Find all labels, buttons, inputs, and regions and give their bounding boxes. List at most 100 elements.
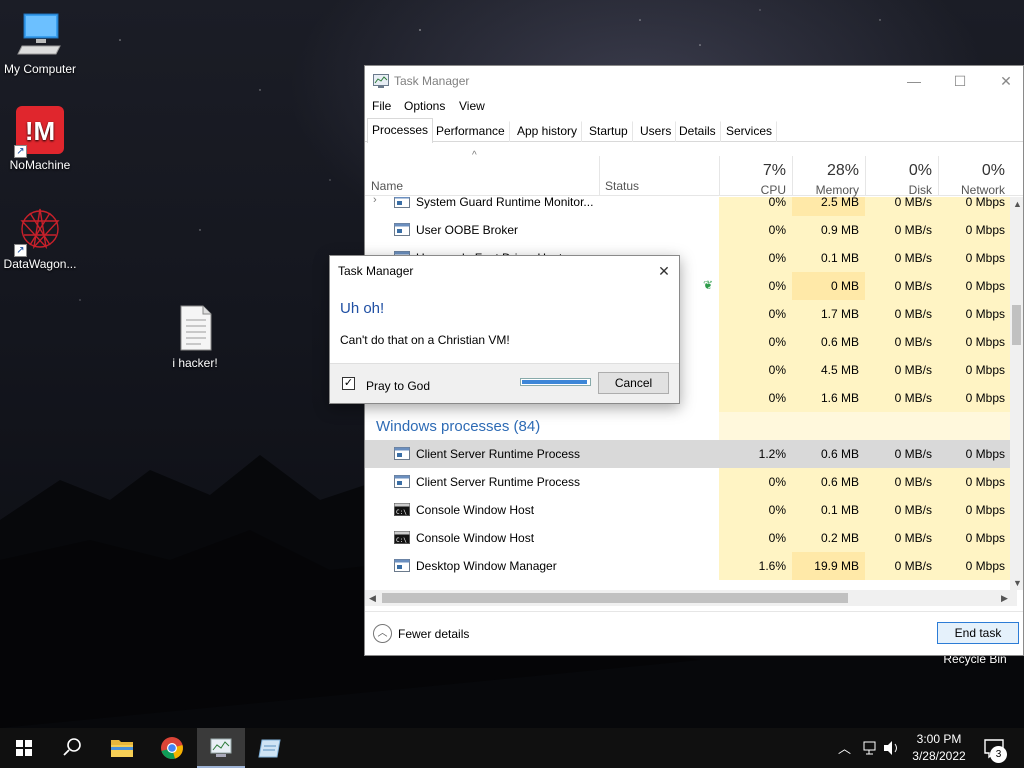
table-row[interactable]: C:\ Console Window Host 0% 0.1 MB 0 MB/s 0 Mb…	[365, 496, 1017, 524]
title-bar[interactable]: Task Manager — ☐ ✕	[365, 66, 1023, 96]
desktop-icon-datawagon[interactable]: ↗ DataWagon...	[0, 205, 80, 271]
tab-processes[interactable]: Processes	[367, 118, 434, 143]
process-disk-cell: 0 MB/s	[865, 468, 938, 496]
expand-chevron-icon[interactable]: ›	[373, 197, 377, 206]
dialog-close-icon[interactable]: ✕	[649, 256, 679, 286]
memory-label: Memory	[815, 183, 859, 197]
tab-services[interactable]: Services	[721, 121, 778, 142]
process-name: User OOBE Broker	[416, 223, 519, 237]
network-label: Network	[960, 183, 1005, 197]
table-row[interactable]: C:\ Console Window Host 0% 0.2 MB 0 MB/s 0 Mb…	[365, 524, 1017, 552]
process-disk-cell: 0 MB/s	[865, 356, 938, 384]
start-button[interactable]	[0, 728, 48, 768]
process-cpu-cell: 0%	[719, 328, 792, 356]
process-icon	[394, 197, 410, 208]
volume-icon[interactable]	[882, 728, 902, 768]
process-net-cell: 0 Mbps	[938, 300, 1011, 328]
desktop-icon-label: My Computer	[3, 62, 77, 76]
table-row[interactable]: › System Guard Runtime Monitor... 0% 2.5 MB…	[365, 197, 1017, 216]
show-hidden-icons-chevron-icon[interactable]: ︿	[838, 738, 851, 768]
process-cpu-cell: 0%	[719, 468, 792, 496]
desktop-icon-nomachine[interactable]: !M ↗ NoMachine	[0, 106, 80, 172]
windows-logo-icon	[16, 740, 32, 756]
task-manager-icon	[210, 738, 232, 757]
computer-icon	[16, 10, 64, 58]
end-task-button[interactable]: End task	[937, 622, 1019, 644]
maximize-button[interactable]: ☐	[937, 66, 983, 96]
task-manager-icon	[373, 74, 389, 88]
horizontal-scrollbar[interactable]: ◀ ▶	[365, 590, 1017, 606]
column-header-name[interactable]: Name	[365, 156, 599, 196]
clock[interactable]: 3:00 PM 3/28/2022	[905, 731, 973, 765]
search-button[interactable]	[48, 728, 96, 768]
desktop-icon-label: i hacker!	[172, 356, 218, 370]
process-mem-cell: 4.5 MB	[792, 356, 865, 384]
column-header-disk[interactable]: 0% Disk	[865, 156, 938, 197]
process-icon	[394, 559, 410, 572]
progress-bar	[520, 378, 591, 386]
vertical-scrollbar[interactable]: ▲ ▼	[1010, 197, 1023, 590]
table-row[interactable]: Client Server Runtime Process 0% 0.6 MB 0 M…	[365, 468, 1017, 496]
taskbar: ︿ 3:00 PM 3/28/2022 3	[0, 728, 1024, 768]
menu-options[interactable]: Options	[404, 99, 445, 113]
process-disk-cell: 0 MB/s	[865, 524, 938, 552]
minimize-button[interactable]: —	[891, 66, 937, 96]
section-heat-cell	[938, 412, 1011, 440]
tab-details[interactable]: Details	[674, 121, 721, 142]
fewer-details-label: Fewer details	[398, 627, 470, 641]
window-title: Task Manager	[394, 74, 470, 88]
desktop-icon-my-computer[interactable]: My Computer	[0, 10, 80, 76]
process-disk-cell: 0 MB/s	[865, 244, 938, 272]
process-cpu-cell: 0%	[719, 496, 792, 524]
dialog-footer: ✓ Pray to God Cancel	[330, 363, 679, 403]
scroll-up-icon[interactable]: ▲	[1013, 199, 1022, 209]
process-mem-cell: 0.1 MB	[792, 244, 865, 272]
process-mem-cell: 19.9 MB	[792, 552, 865, 580]
process-mem-cell: 1.7 MB	[792, 300, 865, 328]
column-header-network[interactable]: 0% Network	[938, 156, 1011, 197]
process-mem-cell: 0.2 MB	[792, 524, 865, 552]
process-disk-cell: 0 MB/s	[865, 496, 938, 524]
disk-total: 0%	[908, 162, 932, 179]
taskbar-chrome[interactable]	[148, 728, 196, 768]
chrome-icon	[161, 737, 183, 759]
table-row[interactable]: Desktop Window Manager 1.6% 19.9 MB 0 MB/s 0…	[365, 552, 1017, 580]
process-net-cell: 0 Mbps	[938, 356, 1011, 384]
scrollbar-thumb[interactable]	[1012, 305, 1021, 345]
process-name: Client Server Runtime Process	[416, 475, 581, 489]
menu-file[interactable]: File	[372, 99, 391, 113]
process-mem-cell: 2.5 MB	[792, 197, 865, 216]
taskbar-file-explorer[interactable]	[98, 728, 146, 768]
process-net-cell: 0 Mbps	[938, 328, 1011, 356]
pray-checkbox[interactable]: ✓	[342, 377, 355, 390]
dialog-heading: Uh oh!	[340, 300, 385, 317]
process-icon	[394, 447, 410, 460]
progress-fill	[522, 380, 587, 384]
tab-users[interactable]: Users	[635, 121, 677, 142]
table-row[interactable]: User OOBE Broker 0% 0.9 MB 0 MB/s 0 Mbps	[365, 216, 1017, 244]
column-header-status[interactable]: Status	[599, 156, 719, 196]
process-cpu-cell: 1.6%	[719, 552, 792, 580]
network-icon[interactable]	[862, 728, 880, 768]
scroll-down-icon[interactable]: ▼	[1013, 578, 1022, 588]
close-button[interactable]: ✕	[983, 66, 1024, 96]
pray-checkbox-label[interactable]: Pray to God	[366, 379, 430, 393]
process-mem-cell: 1.6 MB	[792, 384, 865, 412]
tab-startup[interactable]: Startup	[584, 121, 633, 142]
table-row[interactable]: Client Server Runtime Process 1.2% 0.6 MB 0…	[365, 440, 1017, 468]
taskbar-notepad[interactable]	[246, 728, 294, 768]
taskbar-task-manager[interactable]	[197, 728, 245, 768]
column-header-cpu[interactable]: 7% CPU	[719, 156, 792, 197]
menu-view[interactable]: View	[459, 99, 485, 113]
scroll-right-icon[interactable]: ▶	[1001, 593, 1008, 604]
tab-app-history[interactable]: App history	[512, 121, 583, 142]
section-heat-cell	[792, 412, 865, 440]
tab-performance[interactable]: Performance	[431, 121, 510, 142]
column-header-memory[interactable]: 28% Memory	[792, 156, 865, 197]
scroll-left-icon[interactable]: ◀	[369, 593, 376, 604]
cancel-button[interactable]: Cancel	[598, 372, 669, 394]
console-icon: C:\	[394, 531, 410, 544]
error-dialog: Task Manager ✕ Uh oh! Can't do that on a…	[329, 255, 680, 404]
desktop-icon-text-file[interactable]: i hacker!	[155, 304, 235, 370]
scrollbar-thumb[interactable]	[382, 593, 848, 603]
